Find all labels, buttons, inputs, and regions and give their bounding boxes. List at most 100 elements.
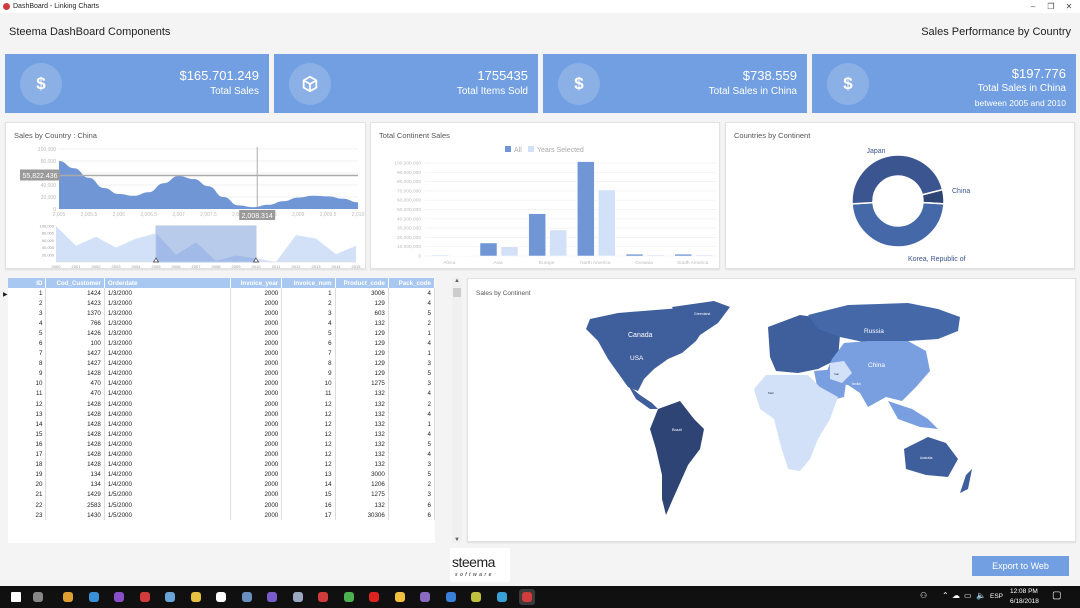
table-cell[interactable]: 7 — [8, 348, 47, 359]
table-cell[interactable]: 2000 — [230, 439, 283, 450]
table-row[interactable]: 14 1428 1/4/2000 2000 12 132 1 — [8, 419, 435, 430]
language-indicator[interactable]: ESP — [990, 593, 1003, 600]
orders-grid[interactable]: ID Cod_Customer Orderdate Invoice_year Invoi… — [8, 278, 435, 543]
table-cell[interactable]: 1206 — [335, 479, 389, 490]
table-cell[interactable]: 4 — [388, 429, 435, 440]
table-cell[interactable]: 1428 — [45, 449, 105, 460]
clock-time[interactable]: 12:08 PM — [1010, 588, 1038, 595]
table-cell[interactable]: 12 — [281, 399, 336, 410]
table-cell[interactable]: 2000 — [230, 489, 283, 500]
table-row[interactable]: 2 1423 1/3/2000 2000 2 129 4 — [8, 298, 435, 309]
table-row[interactable]: 3 1370 1/3/2000 2000 3 603 5 — [8, 308, 435, 319]
table-cell[interactable]: 1429 — [45, 489, 105, 500]
table-cell[interactable]: 3000 — [335, 469, 389, 480]
table-cell[interactable]: 5 — [8, 328, 47, 339]
green-app-icon[interactable] — [341, 589, 357, 605]
table-cell[interactable]: 10 — [8, 378, 47, 389]
table-cell[interactable]: 16 — [8, 439, 47, 450]
table-cell[interactable]: 2000 — [230, 348, 283, 359]
table-cell[interactable]: 1428 — [45, 368, 105, 379]
table-cell[interactable]: 4 — [388, 338, 435, 349]
export-to-web-button[interactable]: Export to Web — [972, 556, 1069, 576]
table-cell[interactable]: 11 — [281, 388, 336, 400]
table-cell[interactable]: 1430 — [45, 510, 105, 521]
table-cell[interactable]: 3006 — [335, 288, 389, 299]
windows-start-icon[interactable] — [8, 589, 24, 605]
table-cell[interactable]: 132 — [335, 419, 389, 430]
volume-icon[interactable]: 🔈 — [976, 591, 986, 600]
table-cell[interactable]: 2000 — [230, 288, 283, 299]
table-cell[interactable]: 2000 — [230, 499, 283, 511]
table-cell[interactable]: 603 — [335, 308, 389, 319]
overview-selection-range[interactable] — [155, 225, 257, 263]
table-cell[interactable]: 3 — [388, 489, 435, 500]
table-row[interactable]: 5 1426 1/3/2000 2000 5 129 1 — [8, 328, 435, 339]
table-cell[interactable]: 1428 — [45, 459, 105, 470]
table-cell[interactable]: 129 — [335, 348, 389, 359]
table-cell[interactable]: 1/3/2000 — [104, 288, 231, 299]
table-cell[interactable]: 23 — [8, 510, 47, 521]
table-cell[interactable]: 2000 — [230, 328, 283, 339]
table-cell[interactable]: 2000 — [230, 429, 283, 440]
chrome-icon[interactable] — [60, 589, 76, 605]
table-cell[interactable]: 4 — [388, 288, 435, 299]
table-cell[interactable]: 134 — [45, 469, 105, 480]
table-cell[interactable]: 1 — [388, 328, 435, 339]
table-row[interactable]: 8 1427 1/4/2000 2000 8 129 3 — [8, 358, 435, 369]
table-cell[interactable]: 6 — [8, 338, 47, 349]
table-row[interactable]: 11 470 1/4/2000 2000 11 132 4 — [8, 388, 435, 400]
table-cell[interactable]: 17 — [281, 510, 336, 521]
table-cell[interactable]: 132 — [335, 388, 389, 400]
table-cell[interactable]: 1/4/2000 — [104, 429, 231, 440]
table-cell[interactable]: 1/3/2000 — [104, 308, 231, 319]
user-app-icon[interactable] — [417, 589, 433, 605]
table-cell[interactable]: 1/4/2000 — [104, 449, 231, 460]
table-row[interactable]: 21 1429 1/5/2000 2000 15 1275 3 — [8, 489, 435, 500]
table-cell[interactable]: 12 — [281, 439, 336, 450]
table-cell[interactable]: 1/3/2000 — [104, 318, 231, 329]
table-cell[interactable]: 1/4/2000 — [104, 358, 231, 369]
table-cell[interactable]: 2000 — [230, 338, 283, 349]
table-cell[interactable]: 2000 — [230, 449, 283, 460]
table-cell[interactable]: 5 — [388, 439, 435, 450]
table-cell[interactable]: 22 — [8, 499, 47, 511]
table-cell[interactable]: 129 — [335, 368, 389, 379]
table-cell[interactable]: 2000 — [230, 459, 283, 470]
table-cell[interactable]: 12 — [281, 419, 336, 430]
table-row[interactable]: 23 1430 1/5/2000 2000 17 30306 6 — [8, 510, 435, 521]
table-cell[interactable]: 2000 — [230, 378, 283, 389]
table-cell[interactable]: 17 — [8, 449, 47, 460]
table-cell[interactable]: 2000 — [230, 318, 283, 329]
notepad-icon[interactable] — [162, 589, 178, 605]
vs-code-icon[interactable] — [264, 589, 280, 605]
table-cell[interactable]: 1427 — [45, 358, 105, 369]
table-cell[interactable]: 8 — [8, 358, 47, 369]
table-cell[interactable]: 12 — [281, 429, 336, 440]
table-cell[interactable]: 13 — [281, 469, 336, 480]
table-cell[interactable]: 1423 — [45, 298, 105, 309]
table-cell[interactable]: 3 — [281, 308, 336, 319]
column-header[interactable]: Cod_Customer — [45, 278, 105, 288]
table-cell[interactable]: 1424 — [45, 288, 105, 299]
file-explorer-icon[interactable] — [392, 589, 408, 605]
table-cell[interactable]: 12 — [8, 399, 47, 410]
table-cell[interactable]: 4 — [388, 449, 435, 460]
continent-bar-chart[interactable]: All Years Selected 0 10,000,000 20,000,000 30… — [371, 123, 721, 270]
table-cell[interactable]: 12 — [281, 409, 336, 420]
table-row[interactable]: 17 1428 1/4/2000 2000 12 132 4 — [8, 449, 435, 460]
table-cell[interactable]: 1427 — [45, 348, 105, 359]
table-cell[interactable]: 2000 — [230, 368, 283, 379]
minimize-button[interactable]: – — [1027, 0, 1039, 13]
people-icon[interactable]: ⚇ — [920, 591, 927, 600]
table-cell[interactable]: 19 — [8, 469, 47, 480]
table-cell[interactable]: 132 — [335, 449, 389, 460]
table-cell[interactable]: 129 — [335, 328, 389, 339]
table-cell[interactable]: 134 — [45, 479, 105, 490]
table-cell[interactable]: 1275 — [335, 489, 389, 500]
table-cell[interactable]: 14 — [8, 419, 47, 430]
devexpress-icon[interactable] — [315, 589, 331, 605]
delphi-icon[interactable] — [188, 589, 204, 605]
table-row[interactable]: 4 766 1/3/2000 2000 4 132 2 — [8, 318, 435, 329]
settings-icon[interactable] — [239, 589, 255, 605]
table-cell[interactable]: 1/4/2000 — [104, 419, 231, 430]
